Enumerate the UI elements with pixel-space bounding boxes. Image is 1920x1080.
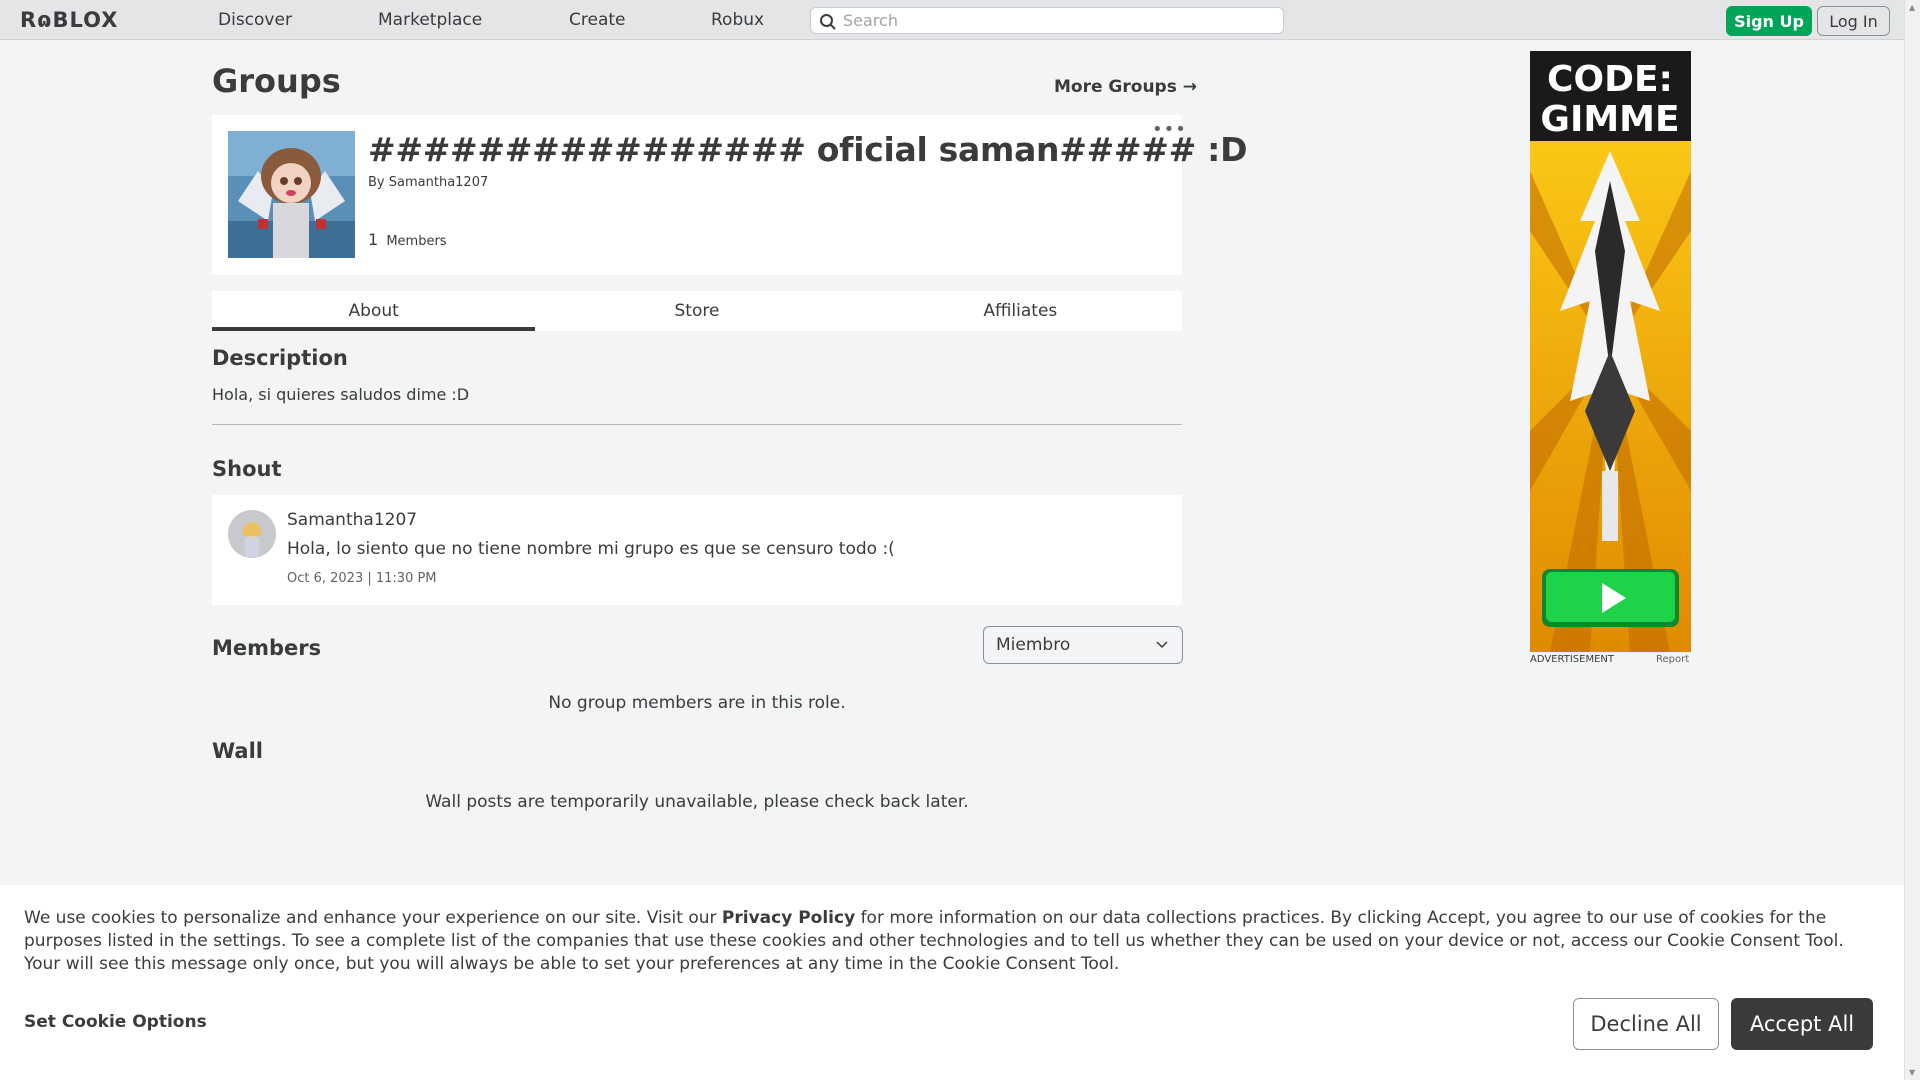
nav-discover-link[interactable]: Discover [218,10,292,30]
search-input[interactable] [843,11,1283,30]
chevron-down-icon [1156,641,1168,649]
page-title: Groups [212,62,341,100]
search-icon [820,14,836,30]
tab-store[interactable]: Store [535,291,858,331]
svg-text:CODE:: CODE: [1547,59,1673,100]
nav-create-link[interactable]: Create [569,10,626,30]
group-header-card: ################ oficial saman##### :D B… [212,115,1247,275]
cookie-message: We use cookies to personalize and enhanc… [24,907,1884,976]
group-owner-link[interactable]: Samantha1207 [389,175,488,190]
cookie-text-before: We use cookies to personalize and enhanc… [24,908,722,928]
page-scrollbar[interactable]: ▲ ▼ [1904,0,1920,1080]
role-dropdown[interactable]: Miembro [983,626,1183,664]
section-divider [212,424,1182,425]
wall-unavailable-note: Wall posts are temporarily unavailable, … [425,792,969,812]
more-options-icon[interactable]: ••• [1152,121,1187,139]
shout-timestamp: Oct 6, 2023 | 11:30 PM [287,571,437,586]
roblox-logo[interactable]: RɷBLOX [20,8,118,32]
scroll-down-arrow-icon[interactable]: ▼ [1909,1068,1915,1077]
report-ad-link[interactable]: Report [1656,654,1689,665]
set-cookie-options-link[interactable]: Set Cookie Options [24,1012,207,1032]
accept-all-button[interactable]: Accept All [1731,998,1873,1050]
advertisement-banner[interactable]: CODE: GIMME [1530,51,1691,652]
svg-text:GIMME: GIMME [1540,99,1679,140]
tab-about[interactable]: About [212,291,536,331]
scroll-up-arrow-icon[interactable]: ▲ [1909,3,1915,12]
group-owner-line: By Samantha1207 [368,175,488,190]
cookie-consent-banner: We use cookies to personalize and enhanc… [0,885,1904,1080]
description-text: Hola, si quieres saludos dime :D [212,385,470,404]
tab-affiliates[interactable]: Affiliates [859,291,1182,331]
shout-card: Samantha1207 Hola, lo siento que no tien… [212,495,1182,605]
description-heading: Description [212,346,348,370]
shout-heading: Shout [212,457,282,481]
shout-username-link[interactable]: Samantha1207 [287,510,417,530]
by-label: By [368,175,385,190]
avatar[interactable] [228,510,276,558]
privacy-policy-link[interactable]: Privacy Policy [722,908,855,928]
member-count-number: 1 [368,230,379,249]
more-groups-link[interactable]: More Groups → [1054,77,1197,97]
sign-up-button[interactable]: Sign Up [1726,6,1812,36]
group-member-count: 1 Members [368,230,447,249]
nav-marketplace-link[interactable]: Marketplace [378,10,482,30]
group-tabs: About Store Affiliates [212,291,1182,331]
members-heading: Members [212,636,322,660]
shout-message: Hola, lo siento que no tiene nombre mi g… [287,539,895,559]
members-empty-note: No group members are in this role. [548,693,846,713]
advertisement-label: ADVERTISEMENT [1530,654,1615,665]
search-bar [810,7,1284,34]
log-in-button[interactable]: Log In [1817,6,1890,36]
group-name: ################ oficial saman##### :D [368,130,1248,169]
nav-robux-link[interactable]: Robux [711,10,764,30]
role-selected-value: Miembro [996,635,1071,655]
members-label: Members [386,234,447,249]
decline-all-button[interactable]: Decline All [1573,998,1719,1050]
group-emblem-image [228,131,355,258]
top-navigation: RɷBLOX Discover Marketplace Create Robux… [0,0,1904,40]
wall-heading: Wall [212,739,263,763]
